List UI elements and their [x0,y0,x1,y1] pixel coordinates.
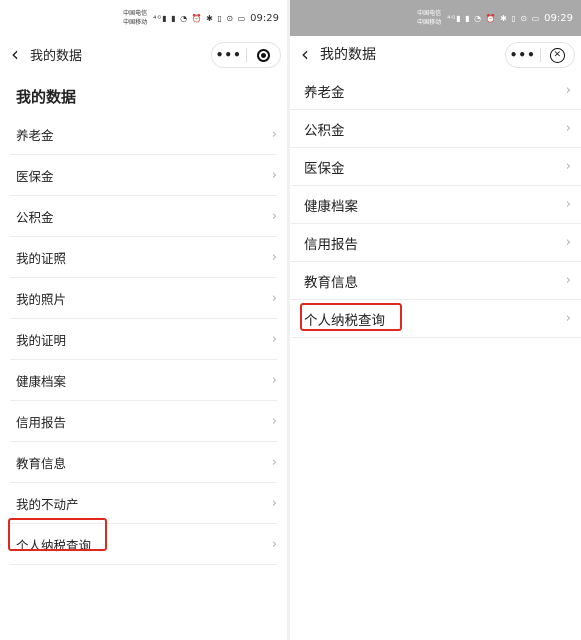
list-item[interactable]: 公积金 › [10,196,277,237]
close-circle-icon: ✕ [549,47,565,63]
chevron-right-icon: › [271,372,277,388]
nav-bar: ‹ 我的数据 ••• [0,36,287,72]
more-button[interactable]: ••• [212,43,246,67]
carrier-top: 中国电信 [123,10,148,17]
chevron-right-icon: › [271,536,277,552]
list-item-label: 公积金 [16,209,54,225]
chevron-right-icon: › [565,273,571,288]
more-dots-icon: ••• [215,48,242,62]
more-button[interactable]: ••• [506,43,540,67]
mini-program-capsule: ••• [211,42,281,68]
more-dots-icon: ••• [509,48,536,62]
chevron-right-icon: › [271,208,277,224]
list-item-label: 我的不动产 [16,496,79,512]
list-item-label: 信用报告 [16,414,67,430]
list-item[interactable]: 信用报告 › [10,401,277,442]
status-time: 09:29 [544,12,573,24]
status-icons: ⁴ᴳ▮ ▮ ◔ ⏰ ✱ ▯ ⊙ ▭ [153,13,247,23]
mini-program-capsule: ••• ✕ [505,42,575,68]
chevron-right-icon: › [565,311,571,326]
list-item[interactable]: 教育信息 › [290,262,581,300]
nav-title: 我的数据 [30,48,83,64]
nav-title: 我的数据 [320,47,376,63]
list-item[interactable]: 养老金 › [10,114,277,155]
carrier-top: 中国电信 [417,10,442,17]
list-item[interactable]: 我的证照 › [10,237,277,278]
list-item-label: 养老金 [16,127,54,143]
chevron-right-icon: › [271,249,277,265]
data-list: 养老金 › 医保金 › 公积金 › 我的证照 › 我的照片 › 我的证明 › 健康档案 › 信用报告 › 教育信… [0,114,287,565]
carrier-labels: 中国电信 中国移动 [417,9,441,27]
chevron-right-icon: › [271,413,277,429]
list-item[interactable]: 我的不动产 › [10,483,277,524]
chevron-right-icon: › [271,167,277,183]
chevron-left-icon[interactable]: ‹ [290,42,320,66]
list-item-label: 教育信息 [16,455,67,471]
list-item-label: 医保金 [16,168,54,184]
chevron-right-icon: › [271,290,277,306]
list-item-label: 健康档案 [16,373,67,389]
left-screen: 中国电信 中国移动 ⁴ᴳ▮ ▮ ◔ ⏰ ✱ ▯ ⊙ ▭ 09:29 ‹ 我的数据… [0,0,287,640]
list-item-label: 教育信息 [304,274,358,291]
status-bar: 中国电信 中国移动 ⁴ᴳ▮ ▮ ◔ ⏰ ✱ ▯ ⊙ ▭ 09:29 [0,0,287,36]
page-heading: 我的数据 [16,88,77,106]
list-item[interactable]: 我的照片 › [10,278,277,319]
list-item-label: 我的证明 [16,332,67,348]
chevron-right-icon: › [271,126,277,142]
list-item-label: 信用报告 [304,236,358,253]
target-icon [256,48,270,62]
list-item[interactable]: 健康档案 › [10,360,277,401]
chevron-right-icon: › [565,121,571,136]
home-button[interactable] [247,43,281,67]
list-item-label: 我的证照 [16,250,67,266]
list-item[interactable]: 医保金 › [10,155,277,196]
list-item[interactable]: 公积金 › [290,110,581,148]
status-icons: ⁴ᴳ▮ ▮ ◔ ⏰ ✱ ▯ ⊙ ▭ [447,13,541,23]
carrier-bottom: 中国移动 [123,19,148,26]
list-item-label: 公积金 [304,122,345,139]
carrier-bottom: 中国移动 [417,19,442,26]
list-item[interactable]: 个人纳税查询 › [10,524,277,565]
list-item[interactable]: 教育信息 › [10,442,277,483]
list-item-label: 个人纳税查询 [16,537,92,553]
chevron-right-icon: › [271,331,277,347]
data-list: 养老金 › 公积金 › 医保金 › 健康档案 › 信用报告 › 教育信息 › 个人纳税查询 › [290,72,581,338]
nav-bar: ‹ 我的数据 ••• ✕ [290,36,581,72]
list-item[interactable]: 个人纳税查询 › [290,300,581,338]
list-item-label: 养老金 [304,84,345,101]
list-item[interactable]: 养老金 › [290,72,581,110]
status-bar: 中国电信 中国移动 ⁴ᴳ▮ ▮ ◔ ⏰ ✱ ▯ ⊙ ▭ 09:29 [290,0,581,36]
list-item[interactable]: 医保金 › [290,148,581,186]
chevron-right-icon: › [565,83,571,98]
list-item[interactable]: 健康档案 › [290,186,581,224]
list-item-label: 健康档案 [304,198,358,215]
carrier-labels: 中国电信 中国移动 [123,9,147,27]
list-item[interactable]: 我的证明 › [10,319,277,360]
chevron-right-icon: › [565,197,571,212]
chevron-right-icon: › [271,454,277,470]
list-item-label: 我的照片 [16,291,67,307]
chevron-left-icon[interactable]: ‹ [0,42,30,66]
right-screen: 中国电信 中国移动 ⁴ᴳ▮ ▮ ◔ ⏰ ✱ ▯ ⊙ ▭ 09:29 ‹ 我的数据… [290,0,581,640]
status-time: 09:29 [250,12,279,24]
close-button[interactable]: ✕ [541,43,575,67]
chevron-right-icon: › [565,159,571,174]
list-item-label: 医保金 [304,160,345,177]
list-item-label: 个人纳税查询 [304,312,385,329]
chevron-right-icon: › [271,495,277,511]
list-item[interactable]: 信用报告 › [290,224,581,262]
chevron-right-icon: › [565,235,571,250]
